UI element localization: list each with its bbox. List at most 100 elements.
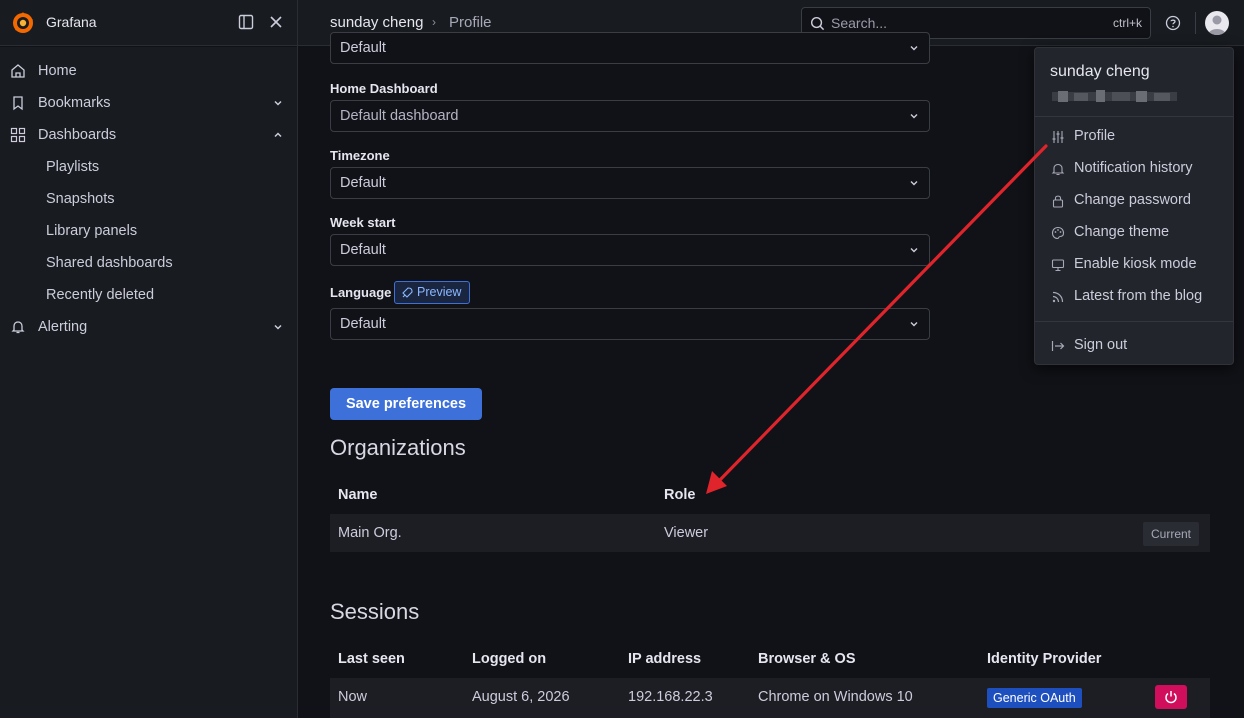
monitor-icon <box>1051 259 1065 272</box>
sidebar-nav: Home Bookmarks Dashboards Playlists Snap… <box>0 47 297 718</box>
home-dashboard-value: Default dashboard <box>340 108 459 124</box>
sidebar-item-label: Playlists <box>46 159 100 175</box>
sign-out-icon <box>1051 341 1065 351</box>
apps-icon <box>10 127 26 143</box>
menu-item-notification-history[interactable]: Notification history <box>1035 153 1233 185</box>
sidebar-item-dashboards[interactable]: Dashboards <box>0 119 297 151</box>
timezone-label: Timezone <box>330 148 390 163</box>
user-avatar[interactable] <box>1205 11 1229 35</box>
grafana-logo-icon[interactable] <box>11 11 35 35</box>
menu-item-label: Profile <box>1074 128 1116 144</box>
bell-icon <box>11 321 25 334</box>
week-start-label: Week start <box>330 215 396 230</box>
user-menu-name: sunday cheng <box>1050 63 1150 80</box>
identity-provider-badge: Generic OAuth <box>987 688 1082 708</box>
menu-item-label: Notification history <box>1074 160 1193 176</box>
menu-item-label: Change password <box>1074 192 1191 208</box>
chevron-down-icon <box>910 114 918 119</box>
org-column-role: Role <box>664 487 696 503</box>
sessions-column-last-seen: Last seen <box>338 651 405 667</box>
sidebar-item-label: Library panels <box>46 223 138 239</box>
sidebar-item-label: Recently deleted <box>46 287 155 303</box>
help-icon[interactable] <box>1165 15 1181 31</box>
sidebar-item-label: Snapshots <box>46 191 115 207</box>
menu-item-label: Latest from the blog <box>1074 288 1203 304</box>
search-placeholder: Search... <box>831 15 888 31</box>
revoke-session-button[interactable] <box>1155 685 1187 709</box>
power-icon <box>1165 691 1177 704</box>
breadcrumb-page: Profile <box>449 14 492 31</box>
session-browser-cell: Chrome on Windows 10 <box>758 689 913 705</box>
sessions-column-ip: IP address <box>628 651 702 667</box>
menu-item-latest-from-the-blog[interactable]: Latest from the blog <box>1035 281 1233 313</box>
language-value: Default <box>340 316 386 332</box>
theme-select-value: Default <box>340 40 386 56</box>
sidebar-item-shared-dashboards[interactable]: Shared dashboards <box>0 247 297 279</box>
timezone-value: Default <box>340 175 386 191</box>
menu-item-label: Sign out <box>1074 337 1128 353</box>
preview-badge-label: Preview <box>417 285 462 299</box>
chevron-down-icon <box>910 248 918 253</box>
preview-badge: Preview <box>394 281 471 304</box>
current-org-badge: Current <box>1143 522 1200 546</box>
topbar-divider <box>1195 12 1196 34</box>
sidebar-item-home[interactable]: Home <box>0 55 297 87</box>
sessions-column-logged-on: Logged on <box>472 651 547 667</box>
sidebar-item-label: Bookmarks <box>38 95 111 111</box>
breadcrumb-user[interactable]: sunday cheng <box>330 14 423 31</box>
week-start-select[interactable]: Default <box>330 234 930 266</box>
bell-icon <box>1051 163 1065 176</box>
sidebar-item-alerting[interactable]: Alerting <box>0 311 297 343</box>
search-shortcut: ctrl+k <box>1112 16 1142 30</box>
menu-item-sign-out[interactable]: Sign out <box>1035 330 1233 362</box>
session-ip-cell: 192.168.22.3 <box>628 689 713 705</box>
palette-icon <box>1051 226 1065 240</box>
rss-icon <box>1052 291 1064 303</box>
home-dashboard-select[interactable]: Default dashboard <box>330 100 930 132</box>
chevron-down-icon <box>910 181 918 186</box>
dock-menu-icon[interactable] <box>238 14 254 30</box>
org-name-cell: Main Org. <box>338 525 402 541</box>
lock-icon <box>1052 195 1064 208</box>
sidebar-item-recently-deleted[interactable]: Recently deleted <box>0 279 297 311</box>
save-preferences-button[interactable]: Save preferences <box>330 388 482 420</box>
chevron-down-icon[interactable] <box>272 97 284 109</box>
org-role-cell: Viewer <box>664 525 709 541</box>
sidebar-item-library-panels[interactable]: Library panels <box>0 215 297 247</box>
brand-name[interactable]: Grafana <box>46 14 97 30</box>
menu-item-profile[interactable]: Profile <box>1035 121 1233 153</box>
sessions-column-provider: Identity Provider <box>987 651 1102 667</box>
menu-divider <box>1035 321 1233 322</box>
sessions-title: Sessions <box>330 599 420 624</box>
session-last-seen-cell: Now <box>338 689 368 705</box>
sessions-column-browser: Browser & OS <box>758 651 856 667</box>
menu-item-change-password[interactable]: Change password <box>1035 185 1233 217</box>
language-label: Language <box>330 285 392 300</box>
sidebar-item-label: Alerting <box>38 319 88 335</box>
breadcrumb-separator: › <box>432 15 436 29</box>
menu-item-change-theme[interactable]: Change theme <box>1035 217 1233 249</box>
close-menu-icon[interactable] <box>268 14 284 30</box>
chevron-down-icon <box>910 322 918 327</box>
sidebar-item-label: Dashboards <box>38 127 117 143</box>
org-column-name: Name <box>338 487 378 503</box>
organizations-title: Organizations <box>330 435 466 460</box>
avatar-person-icon <box>1208 15 1226 35</box>
sidebar-item-playlists[interactable]: Playlists <box>0 151 297 183</box>
theme-select[interactable]: Default <box>330 32 930 64</box>
sliders-icon <box>1052 131 1064 143</box>
home-dashboard-label: Home Dashboard <box>330 81 438 96</box>
timezone-select[interactable]: Default <box>330 167 930 199</box>
language-select[interactable]: Default <box>330 308 930 340</box>
sidebar-item-snapshots[interactable]: Snapshots <box>0 183 297 215</box>
sidebar-item-bookmarks[interactable]: Bookmarks <box>0 87 297 119</box>
week-start-value: Default <box>340 242 386 258</box>
chevron-up-icon[interactable] <box>272 129 284 141</box>
user-menu: sunday cheng Profile Notification histor… <box>1034 47 1234 365</box>
sidebar-item-label: Home <box>38 63 77 79</box>
chevron-down-icon <box>910 46 918 51</box>
menu-item-enable-kiosk-mode[interactable]: Enable kiosk mode <box>1035 249 1233 281</box>
redacted-email <box>1052 90 1177 102</box>
chevron-down-icon[interactable] <box>272 321 284 333</box>
menu-divider <box>1035 116 1233 117</box>
